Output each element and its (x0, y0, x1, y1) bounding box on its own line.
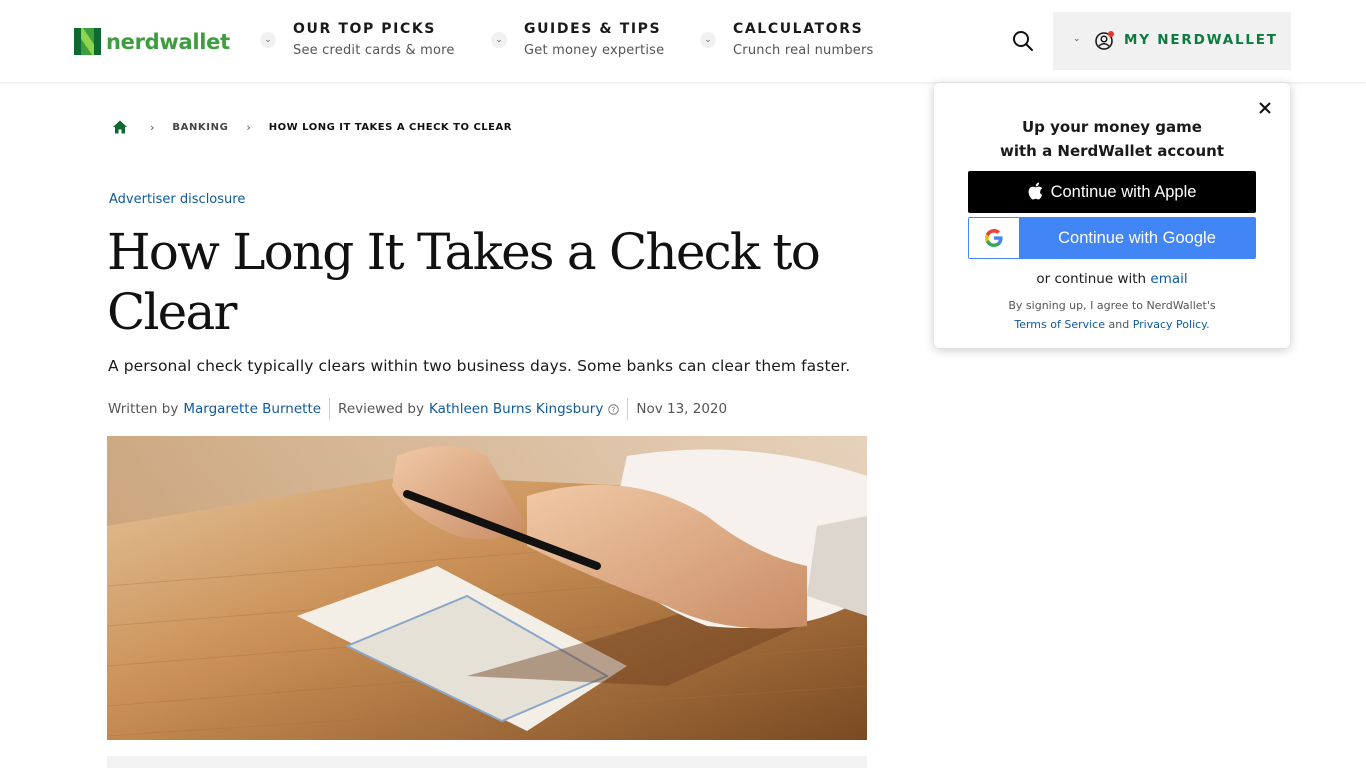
nav-guides-tips[interactable]: ⌄ GUIDES & TIPS Get money expertise (491, 19, 681, 63)
chevron-down-icon: ⌄ (260, 32, 276, 48)
or-continue-text: or continue with (1036, 271, 1147, 287)
written-by-label: Written by (108, 401, 179, 417)
google-button-label: Continue with Google (1058, 229, 1216, 247)
advertiser-disclosure-link[interactable]: Advertiser disclosure (109, 192, 245, 207)
my-nerdwallet-label: MY NERDWALLET (1124, 32, 1278, 48)
reviewer-link[interactable]: Kathleen Burns Kingsbury (429, 401, 603, 417)
nav-top-picks[interactable]: ⌄ OUR TOP PICKS See credit cards & more (260, 19, 470, 63)
terms-of-service-link[interactable]: Terms of Service (1014, 318, 1105, 331)
divider (627, 398, 629, 420)
logo-text: nerdwallet (106, 29, 230, 54)
terms-end: . (1206, 318, 1210, 331)
byline: Written by Margarette Burnette Reviewed … (108, 398, 727, 420)
nav-title: OUR TOP PICKS (293, 21, 436, 37)
nav-subtitle: See credit cards & more (293, 43, 455, 58)
email-link[interactable]: email (1150, 271, 1187, 287)
nav-title: GUIDES & TIPS (524, 21, 662, 37)
help-icon[interactable]: ? (608, 403, 620, 415)
article-subtitle: A personal check typically clears within… (108, 357, 851, 375)
nerdwallet-logo[interactable]: nerdwallet (74, 28, 230, 55)
popup-heading-line1: Up your money game (1022, 118, 1202, 136)
nerdwallet-logo-icon (74, 28, 101, 55)
or-continue-email: or continue with email (934, 271, 1290, 287)
privacy-policy-link[interactable]: Privacy Policy (1133, 318, 1206, 331)
home-icon[interactable] (112, 119, 128, 135)
my-nerdwallet-button[interactable]: ⌄ MY NERDWALLET (1053, 12, 1291, 70)
breadcrumb: › BANKING › HOW LONG IT TAKES A CHECK TO… (112, 118, 512, 136)
signup-popup: Up your money game with a NerdWallet acc… (934, 83, 1290, 348)
breadcrumb-banking[interactable]: BANKING (172, 122, 228, 133)
hero-image (107, 436, 867, 740)
reviewed-by-label: Reviewed by (338, 401, 424, 417)
popup-heading: Up your money game with a NerdWallet acc… (934, 115, 1290, 163)
chevron-right-icon: › (246, 120, 251, 134)
chevron-down-icon: ⌄ (491, 32, 507, 48)
publish-date: Nov 13, 2020 (636, 401, 728, 417)
breadcrumb-current: HOW LONG IT TAKES A CHECK TO CLEAR (268, 121, 512, 133)
google-icon (985, 229, 1003, 247)
chevron-down-icon: ⌄ (700, 32, 716, 48)
popup-heading-line2: with a NerdWallet account (1000, 142, 1224, 160)
continue-with-google-button[interactable]: Continue with Google (968, 217, 1256, 259)
divider (329, 398, 331, 420)
nav-title: CALCULATORS (733, 21, 864, 37)
page-title: How Long It Takes a Check to Clear (107, 223, 821, 341)
svg-text:?: ? (612, 405, 616, 414)
nav-subtitle: Get money expertise (524, 43, 665, 58)
author-link[interactable]: Margarette Burnette (183, 401, 321, 417)
apple-button-label: Continue with Apple (1050, 182, 1197, 201)
chevron-down-icon: ⌄ (1073, 34, 1081, 44)
terms-and: and (1108, 318, 1130, 331)
terms-notice: By signing up, I agree to NerdWallet's T… (934, 296, 1290, 334)
user-account-icon (1095, 31, 1114, 50)
site-header: nerdwallet ⌄ OUR TOP PICKS See credit ca… (0, 0, 1366, 82)
terms-prefix: By signing up, I agree to NerdWallet's (1008, 299, 1216, 312)
google-icon-box (969, 218, 1019, 258)
nav-subtitle: Crunch real numbers (733, 43, 874, 58)
search-icon[interactable] (1011, 29, 1035, 53)
close-icon[interactable] (1257, 100, 1273, 116)
apple-icon (1028, 182, 1042, 200)
continue-with-apple-button[interactable]: Continue with Apple (968, 171, 1256, 213)
chevron-right-icon: › (150, 120, 155, 134)
content-divider (107, 756, 867, 768)
nav-calculators[interactable]: ⌄ CALCULATORS Crunch real numbers (700, 19, 890, 63)
hands-signing-check-image (107, 436, 867, 740)
